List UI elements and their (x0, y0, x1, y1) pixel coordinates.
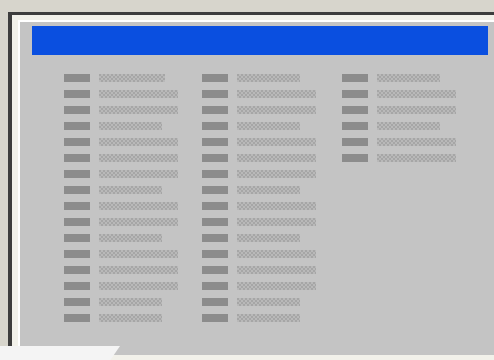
field-label-placeholder (202, 266, 228, 274)
field-label-placeholder (202, 282, 228, 290)
field-label-placeholder (64, 250, 90, 258)
field-label-placeholder (202, 74, 228, 82)
field-label-placeholder (342, 90, 368, 98)
field-value-placeholder (99, 170, 178, 178)
field-label-placeholder (64, 266, 90, 274)
field-label-placeholder (202, 218, 228, 226)
field-value-placeholder (99, 74, 165, 82)
field-value-placeholder (99, 282, 178, 290)
field-label-placeholder (202, 234, 228, 242)
field-value-placeholder (377, 90, 456, 98)
field-label-placeholder (202, 186, 228, 194)
field-value-placeholder (237, 282, 316, 290)
field-value-placeholder (237, 138, 316, 146)
field-value-placeholder (99, 186, 162, 194)
title-bar[interactable] (32, 26, 488, 55)
field-value-placeholder (237, 122, 300, 130)
field-value-placeholder (237, 170, 316, 178)
field-label-placeholder (64, 170, 90, 178)
field-value-placeholder (237, 74, 300, 82)
field-label-placeholder (202, 314, 228, 322)
field-value-placeholder (237, 186, 300, 194)
field-label-placeholder (202, 90, 228, 98)
field-label-placeholder (342, 106, 368, 114)
field-label-placeholder (202, 138, 228, 146)
field-value-placeholder (237, 90, 316, 98)
field-label-placeholder (342, 122, 368, 130)
field-label-placeholder (64, 314, 90, 322)
field-value-placeholder (377, 74, 440, 82)
field-value-placeholder (237, 234, 300, 242)
field-label-placeholder (202, 154, 228, 162)
field-label-placeholder (64, 138, 90, 146)
field-label-placeholder (64, 298, 90, 306)
field-label-placeholder (202, 106, 228, 114)
field-value-placeholder (99, 202, 178, 210)
field-value-placeholder (99, 218, 178, 226)
field-label-placeholder (342, 74, 368, 82)
field-label-placeholder (64, 218, 90, 226)
field-value-placeholder (99, 90, 178, 98)
field-label-placeholder (64, 106, 90, 114)
field-label-placeholder (64, 154, 90, 162)
field-value-placeholder (237, 250, 316, 258)
field-value-placeholder (99, 266, 178, 274)
field-value-placeholder (237, 298, 300, 306)
dialog-window (18, 20, 494, 355)
field-value-placeholder (237, 202, 316, 210)
field-label-placeholder (202, 202, 228, 210)
field-value-placeholder (237, 106, 316, 114)
field-label-placeholder (64, 90, 90, 98)
field-value-placeholder (237, 154, 316, 162)
field-label-placeholder (64, 202, 90, 210)
field-label-placeholder (64, 282, 90, 290)
field-value-placeholder (99, 298, 162, 306)
field-value-placeholder (377, 106, 456, 114)
field-label-placeholder (342, 154, 368, 162)
field-value-placeholder (99, 250, 178, 258)
field-label-placeholder (64, 234, 90, 242)
bottom-strip (0, 346, 120, 360)
field-label-placeholder (342, 138, 368, 146)
field-value-placeholder (99, 314, 162, 322)
field-label-placeholder (64, 186, 90, 194)
field-value-placeholder (377, 122, 440, 130)
field-value-placeholder (237, 314, 300, 322)
field-label-placeholder (202, 170, 228, 178)
field-label-placeholder (202, 250, 228, 258)
field-value-placeholder (237, 218, 316, 226)
field-value-placeholder (99, 122, 162, 130)
field-value-placeholder (237, 266, 316, 274)
field-label-placeholder (64, 74, 90, 82)
field-label-placeholder (64, 122, 90, 130)
field-label-placeholder (202, 298, 228, 306)
field-value-placeholder (377, 138, 456, 146)
field-value-placeholder (99, 234, 162, 242)
field-value-placeholder (99, 106, 178, 114)
field-value-placeholder (99, 138, 178, 146)
field-label-placeholder (202, 122, 228, 130)
field-value-placeholder (99, 154, 178, 162)
field-value-placeholder (377, 154, 456, 162)
